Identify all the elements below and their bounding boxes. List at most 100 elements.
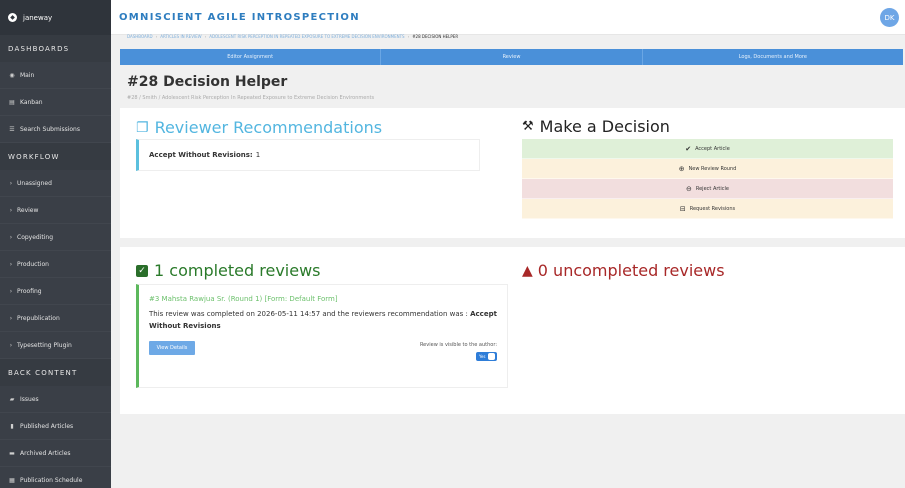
- sidebar-item-issues[interactable]: ▰ Issues: [0, 386, 111, 413]
- sidebar-item-label: Published Articles: [20, 422, 74, 430]
- chevron-right-icon: ›: [9, 233, 13, 241]
- sidebar-item-copyediting[interactable]: › Copyediting: [0, 224, 111, 251]
- chevron-right-icon: ›: [9, 260, 13, 268]
- tab-editor-assignment[interactable]: Editor Assignment: [120, 49, 382, 65]
- chevron-right-icon: ›: [9, 314, 13, 322]
- reject-article-button[interactable]: ⊖ Reject Article: [522, 179, 893, 199]
- uncompleted-reviews-heading: ▲ 0 uncompleted reviews: [522, 261, 725, 280]
- accept-article-label: Accept Article: [695, 145, 730, 152]
- chevron-right-icon: ›: [9, 206, 13, 214]
- kanban-icon: ▤: [9, 98, 15, 106]
- sidebar-item-archived[interactable]: ▬ Archived Articles: [0, 440, 111, 467]
- sidebar-brand[interactable]: ◆ janeway: [0, 0, 111, 35]
- list-icon: ☰: [9, 125, 15, 133]
- toggle-knob: [488, 353, 495, 360]
- inbox-icon: ⊟: [679, 204, 686, 213]
- sidebar-item-proofing[interactable]: › Proofing: [0, 278, 111, 305]
- sidebar-item-label: Archived Articles: [20, 449, 71, 457]
- archive-icon: ▬: [9, 449, 15, 457]
- sidebar-item-label: Review: [17, 206, 39, 214]
- chevron-right-icon: ›: [9, 287, 13, 295]
- breadcrumb-separator: ›: [204, 34, 207, 39]
- review-text: This review was completed on 2026-05-11 …: [149, 308, 501, 332]
- decision-heading-text: Make a Decision: [539, 117, 670, 136]
- sidebar-item-kanban[interactable]: ▤ Kanban: [0, 89, 111, 116]
- sidebar-item-label: Main: [20, 71, 35, 79]
- tab-logs[interactable]: Logs, Documents and More: [643, 49, 903, 65]
- breadcrumb: DASHBOARD › ARTICLES IN REVIEW › ADOLESCENT …: [127, 34, 458, 39]
- check-square-icon: ✓: [136, 264, 148, 277]
- sidebar-item-typesetting[interactable]: › Typesetting Plugin: [0, 332, 111, 359]
- sidebar-item-label: Prepublication: [17, 314, 60, 322]
- sidebar-item-label: Unassigned: [17, 179, 52, 187]
- tab-review[interactable]: Review: [381, 49, 643, 65]
- sidebar-item-review[interactable]: › Review: [0, 197, 111, 224]
- toggle-label: Yes: [479, 354, 486, 359]
- breadcrumb-separator: ›: [155, 34, 158, 39]
- request-revisions-button[interactable]: ⊟ Request Revisions: [522, 199, 893, 219]
- dashboard-icon: ◉: [9, 71, 15, 79]
- completed-reviews-heading: ✓ 1 completed reviews: [136, 261, 321, 280]
- recommendation-summary: Accept Without Revisions: 1: [136, 139, 480, 171]
- decision-panel: ❐ Reviewer Recommendations Accept Withou…: [120, 108, 905, 238]
- page-title: #28 Decision Helper: [127, 74, 288, 90]
- sidebar-item-main[interactable]: ◉ Main: [0, 62, 111, 89]
- copy-icon: ❐: [136, 119, 149, 136]
- section-workflow: WORKFLOW: [0, 143, 111, 170]
- plus-circle-icon: ⊕: [678, 164, 685, 173]
- reviews-panel: ✓ 1 completed reviews ▲ 0 uncompleted re…: [120, 247, 905, 414]
- accept-article-button[interactable]: ✔ Accept Article: [522, 139, 893, 159]
- decision-options: ✔ Accept Article ⊕ New Review Round ⊖ Re…: [522, 139, 893, 219]
- breadcrumb-article[interactable]: ADOLESCENT RISK PERCEPTION IN REPEATED E…: [209, 34, 404, 39]
- breadcrumb-current: #28 DECISION HELPER: [412, 34, 459, 39]
- sidebar-item-label: Search Submissions: [20, 125, 80, 133]
- sidebar-item-label: Issues: [20, 395, 39, 403]
- sidebar-item-label: Typesetting Plugin: [17, 341, 72, 349]
- recommendations-heading: ❐ Reviewer Recommendations: [136, 118, 382, 137]
- view-details-button[interactable]: View Details: [149, 341, 195, 355]
- sidebar-item-published[interactable]: ▮ Published Articles: [0, 413, 111, 440]
- sidebar-item-label: Proofing: [17, 287, 42, 295]
- sidebar-item-label: Kanban: [20, 98, 43, 106]
- sidebar: ◆ janeway DASHBOARDS ◉ Main ▤ Kanban ☰ S…: [0, 0, 111, 488]
- new-review-round-button[interactable]: ⊕ New Review Round: [522, 159, 893, 179]
- file-icon: ▮: [10, 422, 14, 430]
- uncompleted-reviews-heading-text: 0 uncompleted reviews: [537, 261, 725, 280]
- sidebar-item-search[interactable]: ☰ Search Submissions: [0, 116, 111, 143]
- sidebar-item-label: Production: [17, 260, 49, 268]
- page-subtitle: #28 / Smith / Adolescent Risk Perception…: [127, 95, 375, 101]
- tab-bar: Editor Assignment Review Logs, Documents…: [120, 49, 903, 65]
- chevron-right-icon: ›: [9, 341, 13, 349]
- chevron-right-icon: ›: [9, 179, 13, 187]
- sidebar-item-label: Copyediting: [17, 233, 54, 241]
- breadcrumb-articles[interactable]: ARTICLES IN REVIEW: [160, 34, 201, 39]
- avatar[interactable]: DK: [880, 8, 899, 27]
- recommendation-count: 1: [255, 151, 261, 159]
- recommendations-heading-text: Reviewer Recommendations: [154, 118, 383, 137]
- recommendation-label: Accept Without Revisions:: [149, 151, 253, 159]
- breadcrumb-dashboard[interactable]: DASHBOARD: [127, 34, 153, 39]
- review-card: #3 Mahsta Rawjua Sr. (Round 1) [Form: De…: [136, 284, 508, 388]
- decision-heading: ⚒ Make a Decision: [522, 117, 670, 136]
- sidebar-item-unassigned[interactable]: › Unassigned: [0, 170, 111, 197]
- warning-icon: ▲: [522, 262, 533, 279]
- sidebar-item-production[interactable]: › Production: [0, 251, 111, 278]
- minus-circle-icon: ⊖: [685, 184, 692, 193]
- review-text-prefix: This review was completed on 2026-05-11 …: [149, 310, 471, 318]
- completed-reviews-heading-text: 1 completed reviews: [154, 261, 321, 280]
- brand-label: janeway: [23, 13, 53, 22]
- reject-article-label: Reject Article: [695, 185, 729, 192]
- breadcrumb-separator: ›: [407, 34, 410, 39]
- calendar-icon: ▦: [9, 476, 15, 484]
- visibility-toggle[interactable]: Yes: [476, 352, 497, 361]
- sidebar-item-prepublication[interactable]: › Prepublication: [0, 305, 111, 332]
- review-title[interactable]: #3 Mahsta Rawjua Sr. (Round 1) [Form: De…: [149, 295, 338, 303]
- request-revisions-label: Request Revisions: [689, 205, 736, 212]
- sidebar-item-schedule[interactable]: ▦ Publication Schedule: [0, 467, 111, 488]
- section-back-content: BACK CONTENT: [0, 359, 111, 386]
- app-title[interactable]: OMNISCIENT AGILE INTROSPECTION: [119, 12, 360, 23]
- janeway-logo-icon: ◆: [8, 13, 17, 22]
- top-bar: OMNISCIENT AGILE INTROSPECTION DK: [111, 0, 905, 35]
- new-review-round-label: New Review Round: [688, 165, 737, 172]
- gavel-icon: ⚒: [522, 119, 534, 134]
